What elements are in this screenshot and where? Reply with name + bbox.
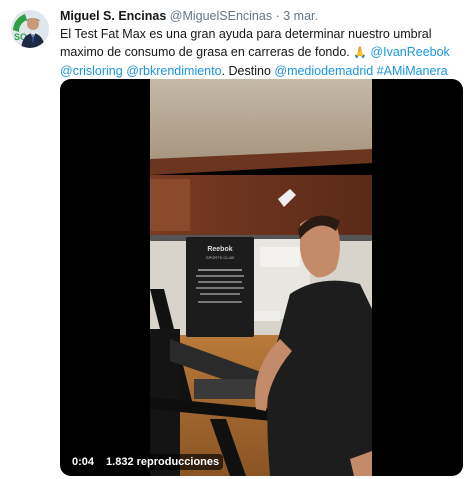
profile-photo-icon: SO (11, 10, 49, 48)
author-handle[interactable]: @MiguelSEncinas (170, 9, 272, 23)
tweet-text: El Test Fat Max es una gran ayuda para d… (60, 25, 465, 80)
sign-brand: Reebok (207, 246, 232, 253)
tweet-date[interactable]: 3 mar. (283, 9, 318, 23)
hashtag-amimanera[interactable]: #AMiManera (377, 64, 448, 78)
mention-mediodemadrid[interactable]: @mediodemadrid (274, 64, 373, 78)
video-view-count: 1.832 reproducciones (102, 454, 224, 470)
video-overlay: 0:04 1.832 reproducciones (68, 454, 224, 470)
video-frame: Reebok SPORTS CLUB (150, 79, 372, 476)
mention-rbkrendimiento[interactable]: @rbkrendimiento (126, 64, 221, 78)
folded-hands-emoji: 🙏 (353, 47, 367, 59)
avatar[interactable]: SO (11, 10, 49, 48)
tweet: SO Miguel S. Encinas @MiguelSEncinas · 3… (0, 0, 470, 479)
video-elapsed-time: 0:04 (68, 454, 99, 470)
author-name[interactable]: Miguel S. Encinas (60, 9, 166, 23)
separator-dot: · (275, 9, 280, 23)
video-player[interactable]: Reebok SPORTS CLUB 0:04 1.832 reproducci… (60, 79, 463, 476)
sign-subtitle: SPORTS CLUB (206, 255, 234, 260)
tweet-text-part2: . Destino (221, 64, 275, 78)
mention-ivanreebok[interactable]: @IvanReebok (370, 45, 449, 59)
mention-crisloring[interactable]: @crisloring (60, 64, 123, 78)
tweet-header: Miguel S. Encinas @MiguelSEncinas · 3 ma… (60, 9, 318, 23)
